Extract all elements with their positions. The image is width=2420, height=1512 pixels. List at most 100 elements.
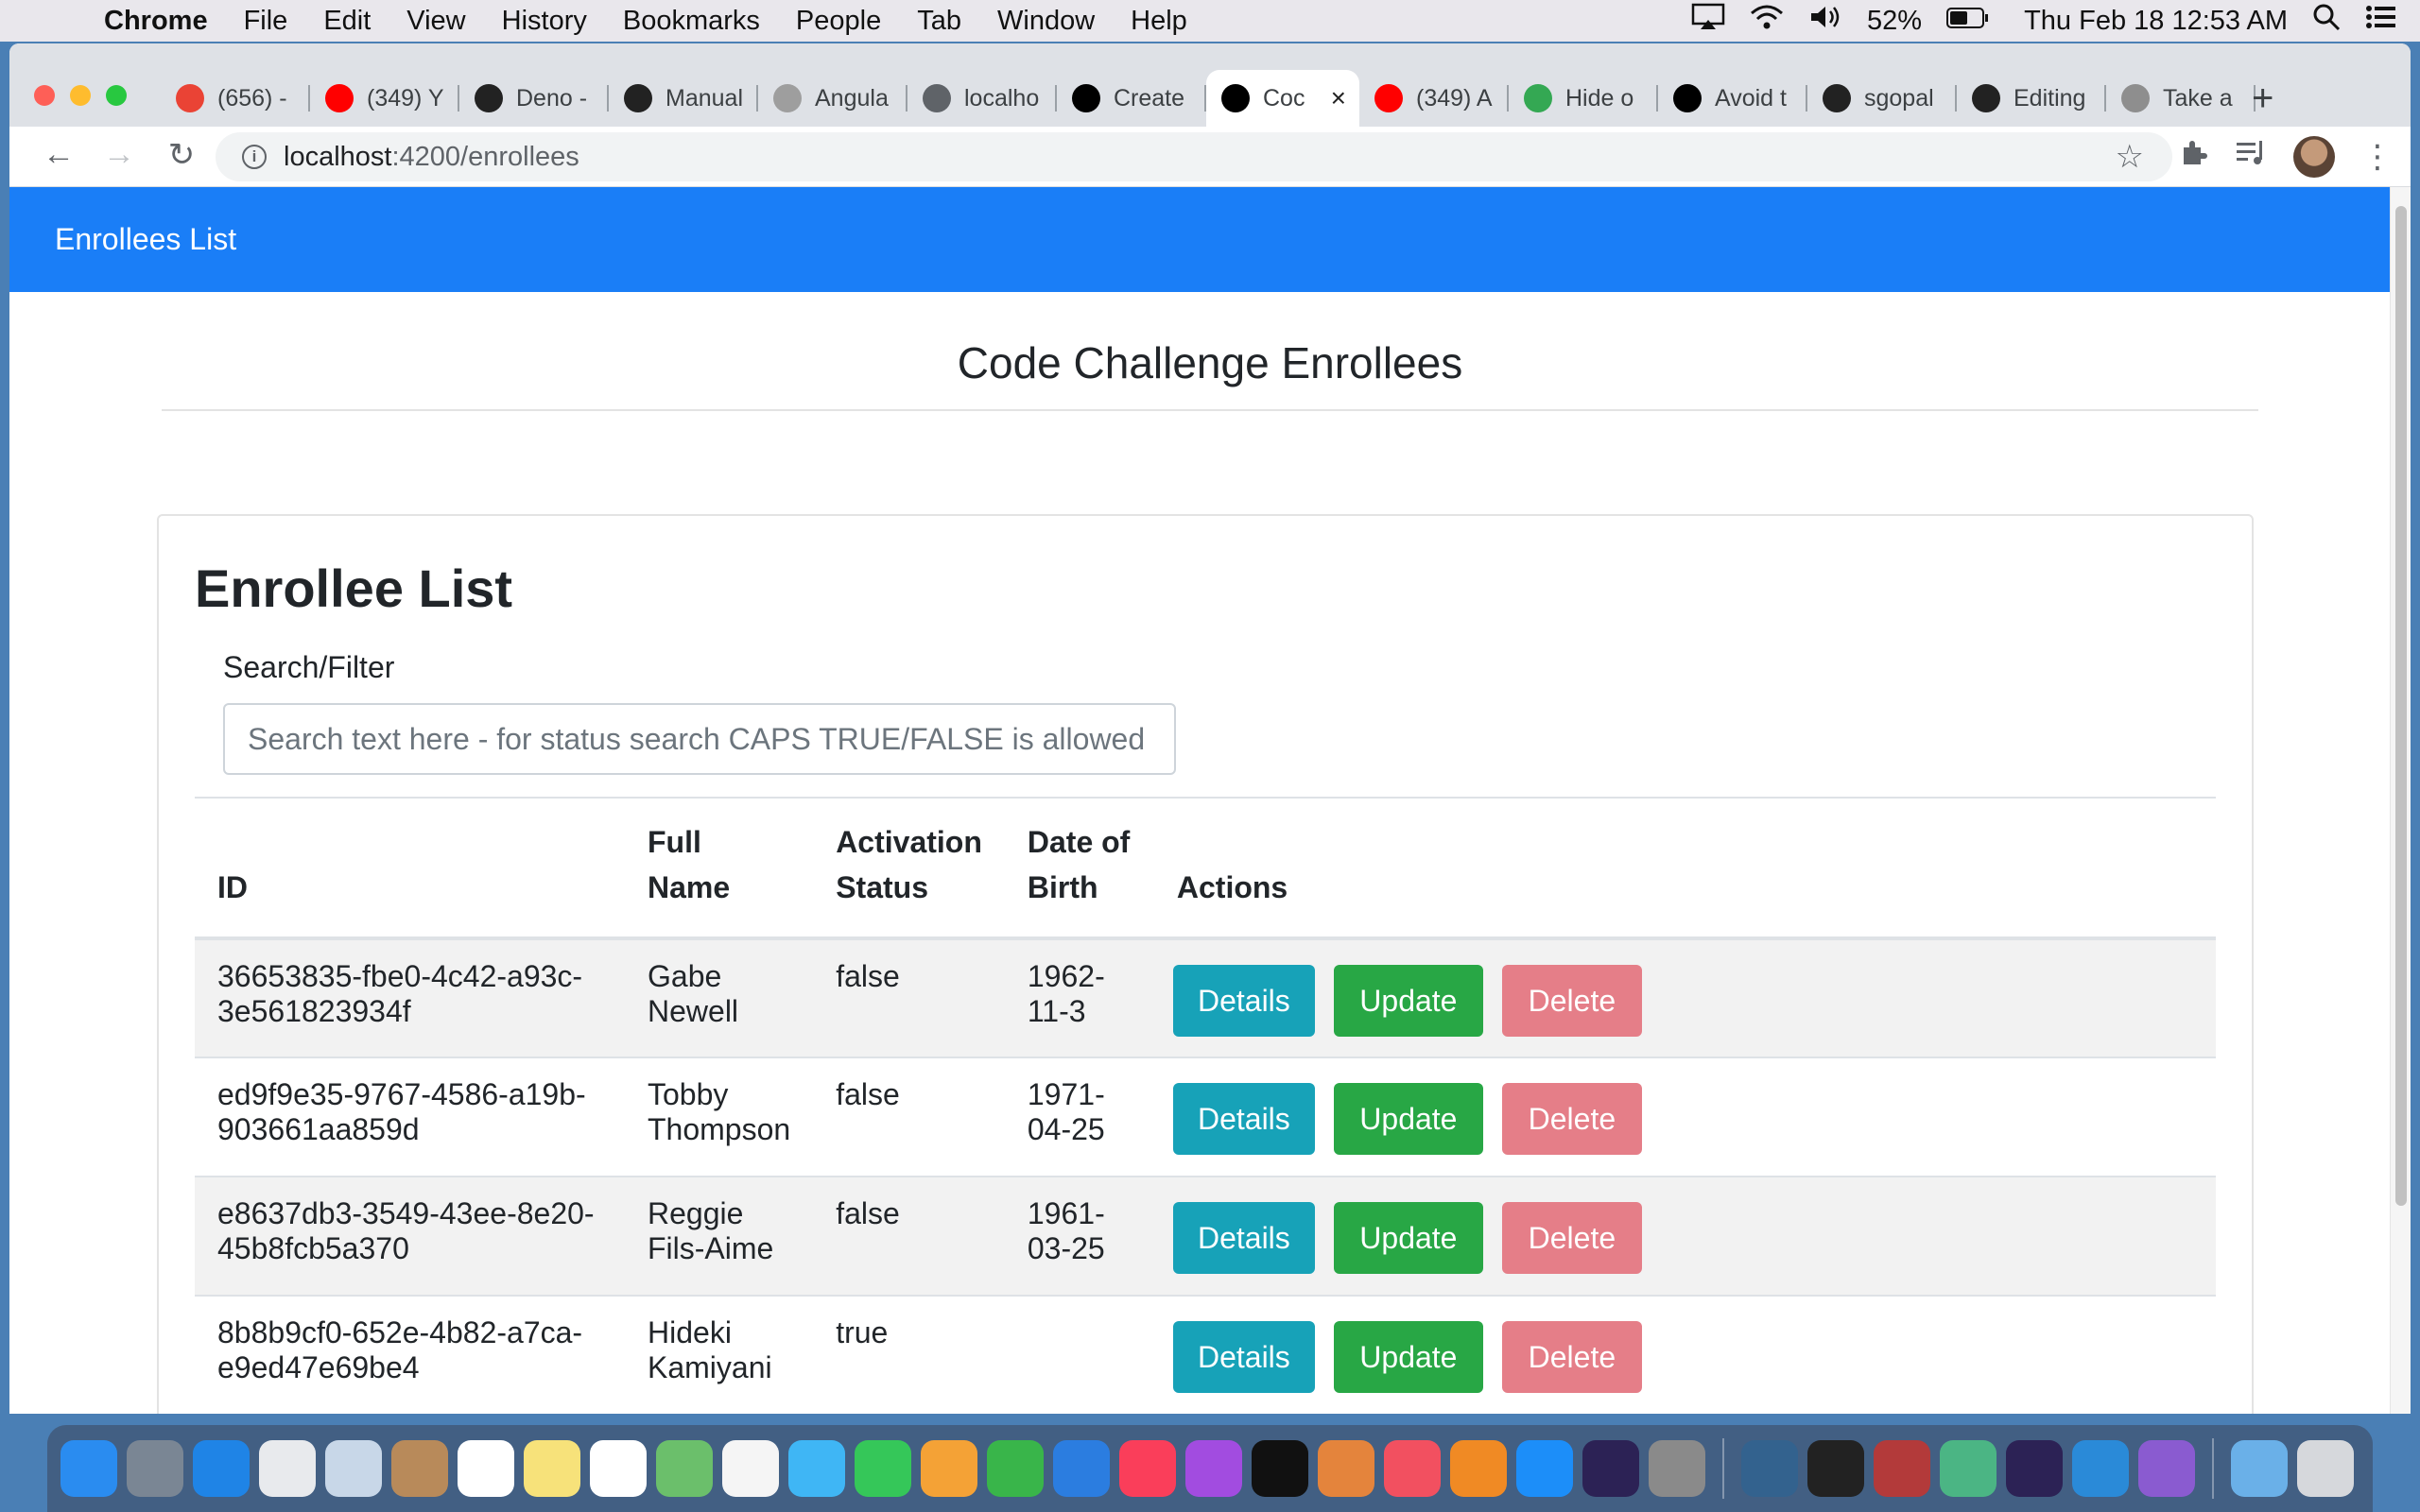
spotlight-search-icon[interactable] (2312, 3, 2341, 39)
delete-button[interactable]: Delete (1501, 1321, 1642, 1393)
menu-clock[interactable]: Thu Feb 18 12:53 AM (2024, 6, 2288, 37)
messages-icon[interactable] (788, 1440, 845, 1497)
app-store-icon[interactable] (1516, 1440, 1573, 1497)
scrollbar-thumb[interactable] (2395, 206, 2407, 1206)
photos-icon[interactable] (722, 1440, 779, 1497)
mysql-workbench-icon[interactable] (1741, 1440, 1798, 1497)
volume-icon[interactable] (1808, 4, 1842, 38)
update-button[interactable]: Update (1333, 1202, 1483, 1274)
books-icon[interactable] (1450, 1440, 1507, 1497)
menu-view[interactable]: View (406, 6, 465, 37)
browser-tab[interactable]: (349) A (1359, 70, 1509, 127)
minimize-window-button[interactable] (70, 85, 91, 106)
bookmark-star-icon[interactable]: ☆ (2116, 138, 2144, 176)
address-url[interactable]: localhost:4200/enrollees (284, 142, 579, 173)
airplay-icon[interactable] (1691, 3, 1725, 39)
site-info-icon[interactable]: i (242, 145, 267, 169)
forward-icon[interactable]: → (98, 136, 140, 173)
calendar-icon[interactable] (458, 1440, 514, 1497)
address-bar[interactable]: i localhost:4200/enrollees ☆ (216, 132, 2172, 181)
maps-icon[interactable] (656, 1440, 713, 1497)
menu-help[interactable]: Help (1131, 6, 1187, 37)
notes-icon[interactable] (524, 1440, 580, 1497)
close-tab-icon[interactable]: × (1331, 83, 1346, 113)
vscode-icon[interactable] (2072, 1440, 2129, 1497)
details-button[interactable]: Details (1172, 1202, 1315, 1274)
browser-tab[interactable]: Take a (2106, 70, 2256, 127)
browser-tab[interactable]: (349) Y (310, 70, 459, 127)
browser-tab[interactable]: Coc × (1206, 70, 1359, 127)
delete-button[interactable]: Delete (1501, 1083, 1642, 1155)
details-button[interactable]: Details (1172, 1321, 1315, 1393)
pages-icon[interactable] (921, 1440, 977, 1497)
close-window-button[interactable] (34, 85, 55, 106)
control-center-icon[interactable] (2365, 5, 2397, 37)
eclipse-icon[interactable] (1582, 1440, 1639, 1497)
browser-tab[interactable]: sgopal (1807, 70, 1957, 127)
numbers-icon[interactable] (987, 1440, 1044, 1497)
browser-tab[interactable]: Manual (609, 70, 758, 127)
profile-avatar[interactable] (2293, 136, 2335, 178)
wifi-icon[interactable] (1750, 4, 1784, 38)
launchpad-icon[interactable] (127, 1440, 183, 1497)
column-header-activation-status[interactable]: Activation Status (813, 797, 1005, 940)
browser-tab[interactable]: Avoid t (1658, 70, 1807, 127)
back-icon[interactable]: ← (38, 136, 79, 173)
update-button[interactable]: Update (1333, 1083, 1483, 1155)
new-tab-button[interactable]: + (2252, 77, 2273, 120)
menu-tab[interactable]: Tab (917, 6, 961, 37)
extensions-puzzle-icon[interactable] (2178, 138, 2208, 176)
media-controls-icon[interactable] (2235, 139, 2267, 175)
menu-history[interactable]: History (502, 6, 587, 37)
atom-icon[interactable] (1940, 1440, 1996, 1497)
safari-icon[interactable] (193, 1440, 250, 1497)
navbar-brand[interactable]: Enrollees List (55, 222, 236, 257)
music-icon[interactable] (1119, 1440, 1176, 1497)
delete-button[interactable]: Delete (1501, 1202, 1642, 1274)
menu-file[interactable]: File (244, 6, 288, 37)
instruments-icon[interactable] (1318, 1440, 1374, 1497)
mail-stamp-icon[interactable] (325, 1440, 382, 1497)
more-menu-icon[interactable]: ⋮ (2361, 138, 2394, 176)
browser-tab[interactable]: Hide o (1509, 70, 1658, 127)
browser-tab[interactable]: Editing (1957, 70, 2106, 127)
menu-people[interactable]: People (796, 6, 881, 37)
search-input[interactable] (223, 703, 1176, 775)
eclipse-ide-icon[interactable] (2006, 1440, 2063, 1497)
details-button[interactable]: Details (1172, 1083, 1315, 1155)
system-preferences-icon[interactable] (1649, 1440, 1705, 1497)
contacts-icon[interactable] (391, 1440, 448, 1497)
trash-icon[interactable] (2297, 1440, 2354, 1497)
podcasts-icon[interactable] (1185, 1440, 1242, 1497)
menu-bookmarks[interactable]: Bookmarks (623, 6, 760, 37)
browser-tab[interactable]: localho (908, 70, 1057, 127)
downloads-folder-icon[interactable] (2231, 1440, 2288, 1497)
details-button[interactable]: Details (1172, 965, 1315, 1037)
terminal-icon[interactable] (1807, 1440, 1864, 1497)
page-scrollbar[interactable] (2390, 187, 2411, 1414)
browser-tab[interactable]: Create (1057, 70, 1206, 127)
news-icon[interactable] (1384, 1440, 1441, 1497)
delete-button[interactable]: Delete (1501, 965, 1642, 1037)
github-desktop-icon[interactable] (2138, 1440, 2195, 1497)
browser-tab[interactable]: Deno - (459, 70, 609, 127)
browser-tab[interactable]: Angula (758, 70, 908, 127)
menu-edit[interactable]: Edit (323, 6, 371, 37)
column-header-date-of-birth[interactable]: Date of Birth (1004, 797, 1154, 940)
tv-icon[interactable] (1252, 1440, 1308, 1497)
chrome-icon[interactable] (259, 1440, 316, 1497)
reload-icon[interactable]: ↻ (161, 136, 202, 174)
reminders-icon[interactable] (590, 1440, 647, 1497)
keynote-icon[interactable] (1053, 1440, 1110, 1497)
update-button[interactable]: Update (1333, 965, 1483, 1037)
column-header-id[interactable]: ID (195, 797, 625, 940)
zoom-window-button[interactable] (106, 85, 127, 106)
finder-icon[interactable] (60, 1440, 117, 1497)
menu-window[interactable]: Window (997, 6, 1095, 37)
column-header-full-name[interactable]: Full Name (625, 797, 814, 940)
menu-app-name[interactable]: Chrome (104, 6, 208, 37)
update-button[interactable]: Update (1333, 1321, 1483, 1393)
dictionary-icon[interactable] (1874, 1440, 1930, 1497)
battery-icon[interactable] (1946, 6, 1990, 37)
browser-tab[interactable]: (656) - (161, 70, 310, 127)
